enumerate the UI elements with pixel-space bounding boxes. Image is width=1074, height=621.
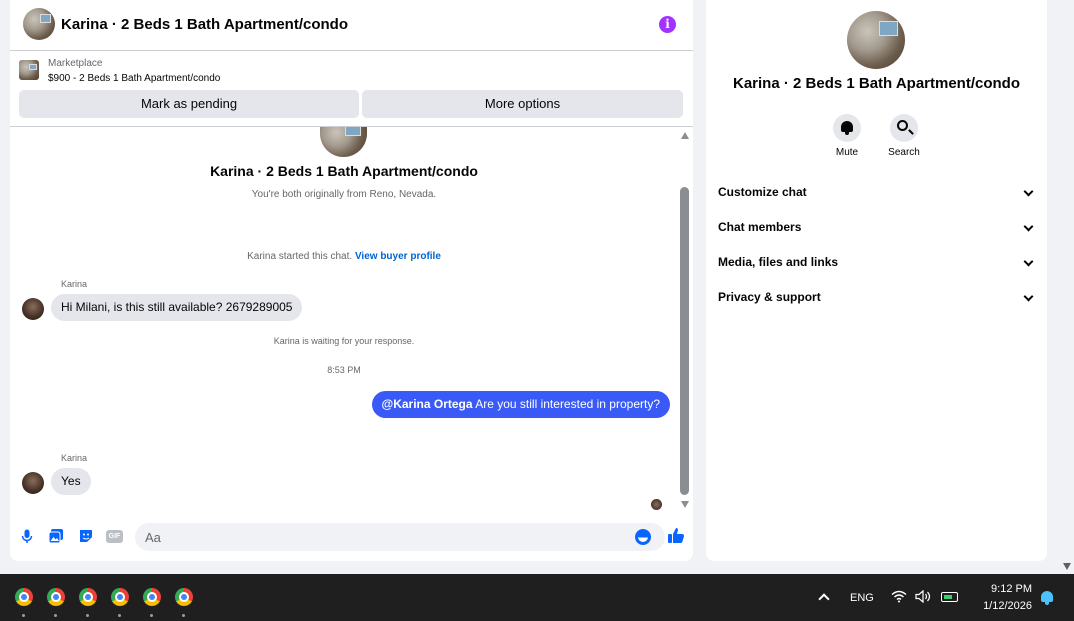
- running-indicator: [22, 614, 25, 617]
- chat-started-notice: Karina started this chat. View buyer pro…: [10, 251, 678, 262]
- chevron-up-icon[interactable]: [818, 593, 830, 605]
- emoji-icon[interactable]: [635, 529, 651, 545]
- chevron-down-icon: [1023, 186, 1034, 197]
- search-button[interactable]: Search: [874, 114, 934, 158]
- info-avatar[interactable]: [847, 11, 905, 69]
- mute-circle[interactable]: [833, 114, 861, 142]
- listing-thumbnail: [19, 60, 39, 80]
- marketplace-label: Marketplace: [48, 58, 103, 69]
- volume-icon[interactable]: [915, 589, 932, 606]
- scrollbar-thumb[interactable]: [680, 187, 689, 495]
- customize-chat-section[interactable]: Customize chat: [718, 185, 1036, 205]
- info-title: Karina · 2 Beds 1 Bath Apartment/condo: [733, 75, 1020, 92]
- chat-header: Karina · 2 Beds 1 Bath Apartment/condo i: [10, 0, 693, 51]
- chevron-down-icon: [1023, 256, 1034, 267]
- language-indicator[interactable]: ENG: [850, 592, 874, 604]
- section-label: Privacy & support: [718, 290, 821, 304]
- sender-avatar[interactable]: [22, 472, 44, 494]
- conversation-subtitle: You're both originally from Reno, Nevada…: [251, 189, 437, 200]
- waiting-notice: Karina is waiting for your response.: [273, 336, 415, 346]
- running-indicator: [86, 614, 89, 617]
- listing-title: $900 - 2 Beds 1 Bath Apartment/condo: [48, 73, 221, 84]
- search-label: Search: [888, 147, 920, 158]
- info-icon[interactable]: i: [659, 16, 676, 33]
- message-timestamp: 8:53 PM: [327, 365, 361, 375]
- search-circle[interactable]: [890, 114, 918, 142]
- chevron-down-icon: [1023, 221, 1034, 232]
- seen-receipt-avatar: [651, 499, 662, 510]
- chat-members-section[interactable]: Chat members: [718, 220, 1036, 240]
- running-indicator: [150, 614, 153, 617]
- scroll-down-arrow-icon[interactable]: [681, 501, 689, 508]
- conversation-avatar: [320, 127, 367, 157]
- sticker-icon[interactable]: [78, 528, 94, 544]
- section-label: Media, files and links: [718, 255, 839, 269]
- incoming-message[interactable]: Hi Milani, is this still available? 2679…: [51, 294, 303, 321]
- notification-bell-icon[interactable]: [1041, 591, 1053, 605]
- running-indicator: [182, 614, 185, 617]
- media-files-links-section[interactable]: Media, files and links: [718, 255, 1036, 275]
- view-buyer-profile-link[interactable]: View buyer profile: [355, 251, 441, 262]
- mute-label: Mute: [835, 147, 859, 158]
- thumbs-up-icon[interactable]: [667, 527, 685, 549]
- search-icon: [897, 120, 908, 131]
- chat-title[interactable]: Karina · 2 Beds 1 Bath Apartment/condo: [61, 16, 348, 33]
- sender-avatar[interactable]: [22, 298, 44, 320]
- section-label: Chat members: [718, 220, 802, 234]
- chrome-icon[interactable]: [143, 588, 161, 606]
- chevron-down-icon: [1023, 291, 1034, 302]
- sender-name: Karina: [61, 279, 88, 289]
- message-composer: GIF: [10, 518, 693, 558]
- section-label: Customize chat: [718, 185, 807, 199]
- more-options-button[interactable]: More options: [362, 90, 683, 118]
- chat-panel: Karina · 2 Beds 1 Bath Apartment/condo i…: [10, 0, 693, 561]
- chrome-icon[interactable]: [111, 588, 129, 606]
- mute-button[interactable]: Mute: [817, 114, 877, 158]
- outgoing-message[interactable]: @Karina Ortega Are you still interested …: [371, 391, 670, 418]
- wifi-icon[interactable]: [891, 590, 907, 606]
- page-scroll-down-icon[interactable]: [1063, 563, 1071, 570]
- clock-date[interactable]: 1/12/2026: [972, 600, 1032, 612]
- chrome-icon[interactable]: [15, 588, 33, 606]
- taskbar: ENG 9:12 PM 1/12/2026: [0, 574, 1074, 621]
- chrome-icon[interactable]: [175, 588, 193, 606]
- chat-started-text: Karina started this chat.: [247, 251, 355, 262]
- chat-info-panel: Karina · 2 Beds 1 Bath Apartment/condo M…: [706, 0, 1047, 561]
- conversation-scrollbar[interactable]: [678, 127, 693, 515]
- scroll-up-arrow-icon[interactable]: [681, 132, 689, 139]
- mention[interactable]: @Karina Ortega: [382, 397, 473, 411]
- chat-avatar[interactable]: [23, 8, 55, 40]
- conversation-area: Karina · 2 Beds 1 Bath Apartment/condo Y…: [10, 127, 678, 515]
- conversation-title: Karina · 2 Beds 1 Bath Apartment/condo: [210, 163, 478, 179]
- chrome-icon[interactable]: [79, 588, 97, 606]
- gif-icon[interactable]: GIF: [106, 530, 123, 543]
- photo-icon[interactable]: [48, 528, 64, 544]
- running-indicator: [54, 614, 57, 617]
- microphone-icon[interactable]: [19, 528, 35, 544]
- message-input[interactable]: [135, 523, 665, 551]
- incoming-message[interactable]: Yes: [51, 468, 91, 495]
- sender-name: Karina: [61, 453, 88, 463]
- outgoing-message-text: Are you still interested in property?: [472, 397, 660, 411]
- mark-as-pending-button[interactable]: Mark as pending: [19, 90, 359, 118]
- clock-time[interactable]: 9:12 PM: [972, 583, 1032, 595]
- chrome-icon[interactable]: [47, 588, 65, 606]
- privacy-support-section[interactable]: Privacy & support: [718, 290, 1036, 310]
- running-indicator: [118, 614, 121, 617]
- battery-icon[interactable]: [941, 592, 958, 602]
- marketplace-listing[interactable]: Marketplace $900 - 2 Beds 1 Bath Apartme…: [10, 51, 693, 90]
- bell-icon: [841, 121, 853, 135]
